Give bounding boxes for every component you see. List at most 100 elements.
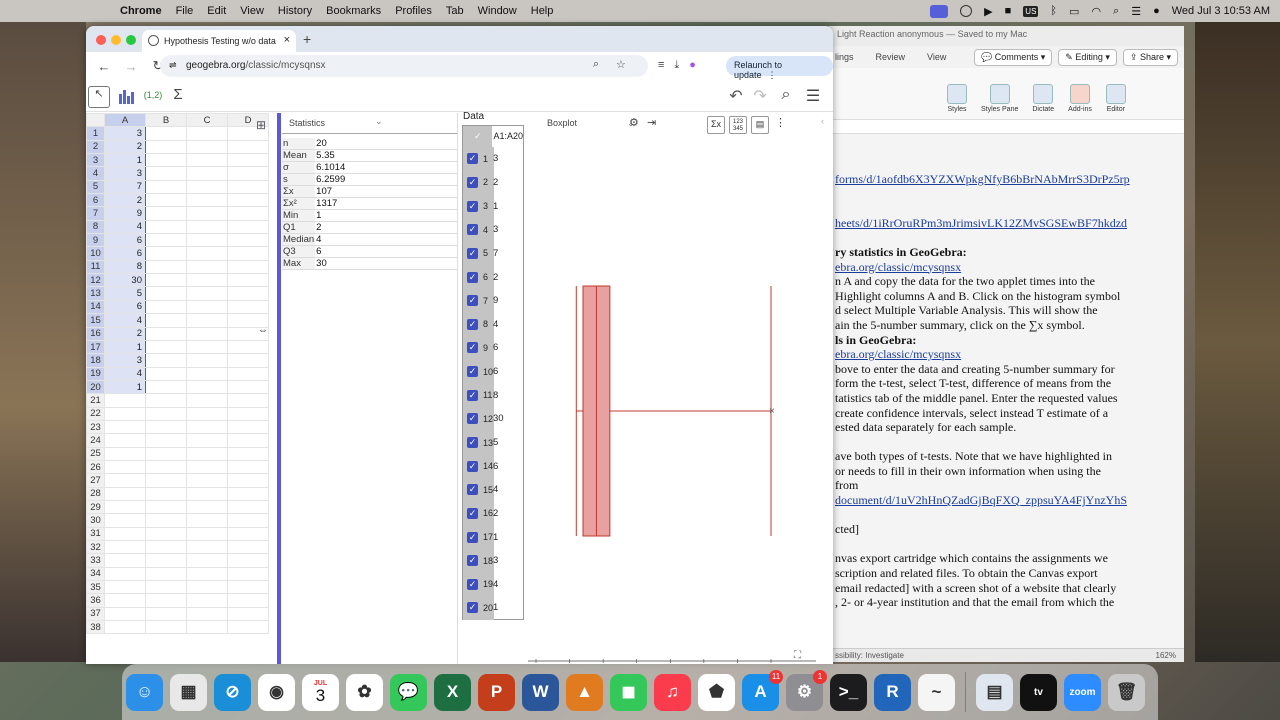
sheet-cell[interactable]: [186, 459, 228, 475]
sheet-cell[interactable]: [227, 339, 269, 355]
input-source-indicator[interactable]: US: [1023, 5, 1039, 17]
column-header-b[interactable]: B: [145, 113, 187, 128]
forward-arrow-icon[interactable]: →: [122, 59, 140, 74]
data-grid-button[interactable]: 123 345: [729, 116, 747, 134]
sheet-cell[interactable]: [186, 539, 228, 555]
sheet-cell[interactable]: [104, 433, 146, 448]
sheet-cell[interactable]: [227, 259, 269, 275]
sheet-cell[interactable]: [227, 273, 269, 288]
sheet-cell[interactable]: [145, 419, 187, 435]
sheet-cell[interactable]: [104, 473, 146, 488]
dock-app-store-icon[interactable]: A 11: [742, 669, 783, 711]
sheet-cell[interactable]: [227, 299, 269, 315]
sheet-cell[interactable]: [186, 620, 228, 635]
sheet-cell[interactable]: [145, 259, 187, 275]
export-icon[interactable]: ⇥: [647, 116, 656, 129]
dock-excel-icon[interactable]: X: [434, 673, 471, 711]
dock-r-icon[interactable]: R: [874, 673, 911, 711]
sheet-cell[interactable]: [227, 459, 269, 475]
sheet-cell[interactable]: [145, 446, 187, 461]
sheet-cell[interactable]: 4: [104, 219, 146, 235]
hamburger-menu-icon[interactable]: ☰: [803, 86, 823, 108]
word-tab-mailings[interactable]: lings: [835, 52, 854, 62]
dock-finder-icon[interactable]: ☺: [126, 673, 163, 711]
doc-link-line[interactable]: forms/d/1aofdb6X3YZXWpkgNfyB6bBrNAbMrrS3…: [835, 172, 1184, 187]
screen-record-icon[interactable]: [930, 4, 949, 18]
sheet-cell[interactable]: [186, 379, 228, 395]
plot-type-dropdown[interactable]: Boxplot ⌄: [547, 118, 635, 129]
sheet-cell[interactable]: [145, 326, 187, 341]
dock-terminal-icon[interactable]: >_: [830, 673, 867, 711]
relaunch-button[interactable]: Relaunch to update ⋮: [726, 56, 833, 80]
sheet-cell[interactable]: [145, 580, 187, 595]
sheet-cell[interactable]: 6: [104, 299, 146, 315]
sheet-cell[interactable]: [227, 166, 269, 181]
sheet-cell[interactable]: [145, 179, 187, 195]
sheet-cell[interactable]: [145, 193, 187, 208]
dock-freeform-icon[interactable]: ~: [918, 673, 955, 711]
bluetooth-icon[interactable]: ᛒ: [1050, 5, 1057, 17]
sheet-cell[interactable]: [186, 313, 228, 328]
word-editor-tool[interactable]: Editor: [1105, 84, 1126, 113]
column-header-c[interactable]: C: [186, 113, 228, 128]
play-icon[interactable]: ▶: [984, 5, 992, 18]
menu-item-file[interactable]: File: [176, 5, 194, 17]
sheet-cell[interactable]: [104, 393, 146, 408]
dock-powerpoint-icon[interactable]: P: [478, 673, 515, 711]
vpn-icon[interactable]: [960, 5, 973, 17]
sheet-cell[interactable]: [227, 580, 269, 595]
sheet-cell[interactable]: [186, 326, 228, 341]
sheet-cell[interactable]: 3: [104, 126, 146, 141]
sheet-cell[interactable]: [104, 499, 146, 515]
menu-item-chrome[interactable]: Chrome: [120, 5, 162, 17]
sheet-cell[interactable]: [186, 193, 228, 208]
sheet-cell[interactable]: [145, 433, 187, 448]
sheet-cell[interactable]: [227, 486, 269, 501]
sheet-cell[interactable]: 6: [104, 233, 146, 248]
sheet-corner[interactable]: [86, 113, 105, 128]
row-header[interactable]: 9: [86, 233, 105, 248]
stop-icon[interactable]: ■: [1005, 5, 1012, 17]
close-icon[interactable]: ×: [769, 406, 775, 417]
sheet-cell[interactable]: 3: [104, 353, 146, 368]
sheet-cell[interactable]: [104, 539, 146, 555]
menu-item-window[interactable]: Window: [478, 5, 517, 17]
sheet-cell[interactable]: [145, 593, 187, 608]
browser-tab[interactable]: Hypothesis Testing w/o data ×: [142, 30, 296, 52]
sheet-cell[interactable]: [186, 273, 228, 288]
sheet-cell[interactable]: [104, 513, 146, 528]
sheet-cell[interactable]: [227, 566, 269, 582]
row-header[interactable]: 24: [86, 433, 105, 448]
row-header[interactable]: 19: [86, 366, 105, 381]
sheet-cell[interactable]: [227, 513, 269, 528]
search-icon[interactable]: ⌕: [776, 86, 796, 108]
sheet-cell[interactable]: 1: [104, 153, 146, 168]
view-divider[interactable]: [277, 113, 281, 664]
word-tab-review[interactable]: Review: [876, 52, 906, 62]
dock-geogebra-icon[interactable]: ⬟: [698, 673, 735, 711]
menu-item-history[interactable]: History: [278, 5, 312, 17]
sheet-cell[interactable]: [145, 539, 187, 555]
sheet-cell[interactable]: [145, 620, 187, 635]
sheet-cell[interactable]: [227, 620, 269, 635]
sheet-cell[interactable]: 6: [104, 246, 146, 261]
new-tab-button[interactable]: +: [303, 31, 311, 47]
collapse-panel-icon[interactable]: ‹: [821, 116, 824, 126]
spotlight-search-icon[interactable]: ⌕: [1113, 5, 1119, 18]
sheet-cell[interactable]: [104, 606, 146, 622]
move-tool-button[interactable]: ↖: [88, 86, 110, 108]
sheet-cell[interactable]: [186, 139, 228, 155]
sheet-cell[interactable]: [186, 473, 228, 488]
histogram-tool-button[interactable]: [115, 86, 137, 108]
menu-item-tab[interactable]: Tab: [446, 5, 464, 17]
sheet-cell[interactable]: 5: [104, 286, 146, 301]
sheet-cell[interactable]: [145, 166, 187, 181]
sheet-cell[interactable]: [104, 419, 146, 435]
sheet-cell[interactable]: [186, 153, 228, 168]
word-styles-tool[interactable]: Styles: [947, 84, 967, 113]
sheet-cell[interactable]: [145, 553, 187, 568]
sheet-cell[interactable]: [227, 473, 269, 488]
sheet-cell[interactable]: [227, 406, 269, 421]
menubar-clock[interactable]: Wed Jul 3 10:53 AM: [1172, 5, 1270, 17]
dock-launchpad-icon[interactable]: ▦: [170, 673, 207, 711]
